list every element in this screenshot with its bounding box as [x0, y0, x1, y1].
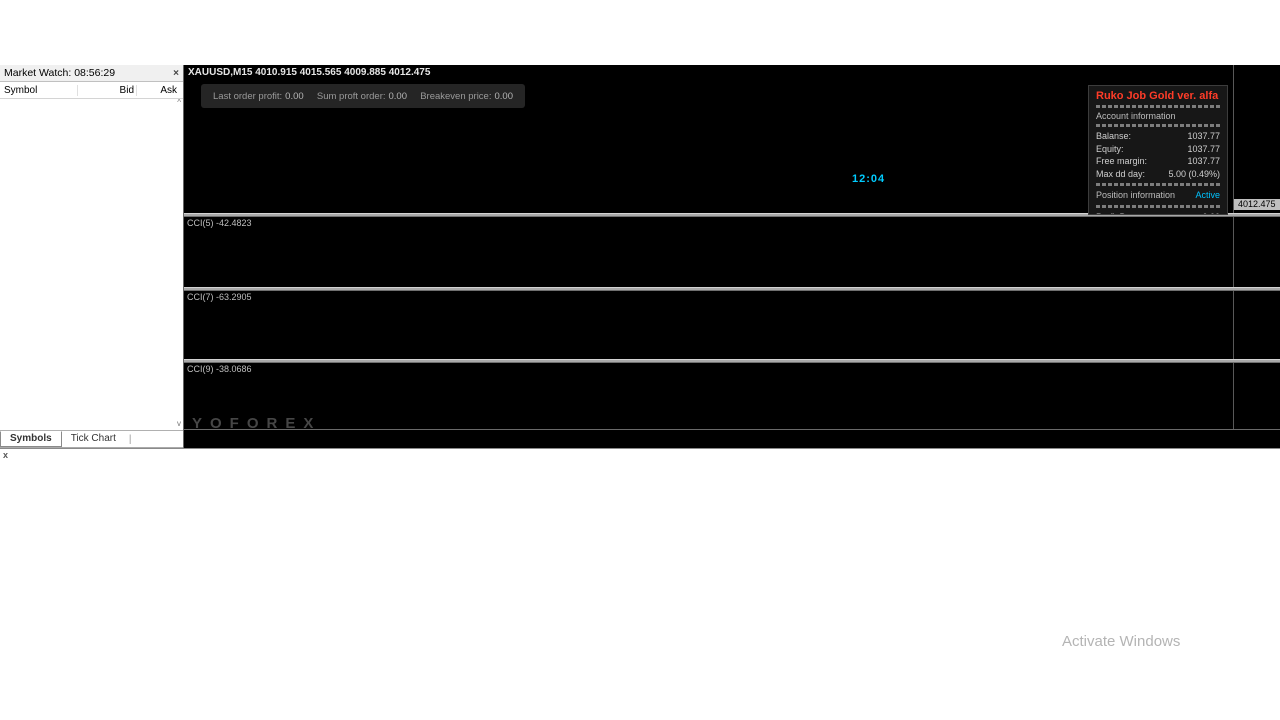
column-ask: Ask [160, 84, 177, 96]
watermark-logo [540, 449, 780, 635]
cci7-label: CCI(7) -63.2905 [187, 292, 252, 302]
ea-max-dd-row: Max dd day: 5.00 (0.49%) [1096, 168, 1220, 179]
ea-position-row: Position information Active [1096, 190, 1220, 200]
time-axis[interactable] [184, 430, 1280, 448]
chart-area[interactable]: XAUUSD,M15 4010.915 4015.565 4009.885 40… [183, 65, 1280, 448]
panel-separator[interactable] [184, 287, 1280, 291]
tab-tick-chart[interactable]: Tick Chart [62, 432, 125, 446]
divider [1096, 124, 1220, 127]
tab-divider: | [128, 433, 132, 445]
cci9-label: CCI(9) -38.0686 [187, 364, 252, 374]
cci5-label: CCI(5) -42.4823 [187, 218, 252, 228]
trading-terminal: Market Watch: 08:56:29 × Symbol Bid Ask … [0, 65, 1280, 448]
current-price-tag: 4012.475 [1234, 199, 1280, 210]
market-watch-tabs: Symbols Tick Chart | [0, 430, 183, 447]
divider [1096, 105, 1220, 108]
divider [1096, 205, 1220, 208]
activate-windows-text: Activate Windows [1062, 633, 1181, 650]
close-icon[interactable]: × [173, 68, 179, 79]
trade-time-marker: 12:04 [852, 173, 886, 185]
backtest-results-page: Market Watch: 08:56:29 × Symbol Bid Ask … [0, 0, 1280, 720]
cci9-panel-canvas[interactable] [184, 363, 1233, 429]
status-badge: Active [1195, 190, 1220, 200]
backtest-report-panel: x [0, 448, 1280, 636]
market-watch-title: Market Watch: 08:56:29 [4, 67, 116, 79]
column-symbol: Symbol [0, 84, 78, 96]
time-axis-separator [184, 429, 1280, 430]
tab-symbols[interactable]: Symbols [0, 430, 62, 447]
ea-balance-row: Balanse: 1037.77 [1096, 131, 1220, 141]
last-order-profit: Last order profit: 0.00 [213, 90, 304, 102]
ea-profit-buy-row: Profit Buy:0.00 [1096, 211, 1220, 214]
ea-section-account: Account information [1096, 111, 1176, 121]
market-watch-header: Market Watch: 08:56:29 × [0, 65, 183, 82]
price-axis[interactable]: 4012.475 [1233, 65, 1280, 430]
column-bid: Bid [78, 84, 137, 96]
ea-equity-row: Equity: 1037.77 [1096, 143, 1220, 154]
ea-title: Ruko Job Gold ver. alfa [1096, 90, 1219, 102]
close-icon[interactable]: x [3, 450, 8, 460]
ea-info-panel: Ruko Job Gold ver. alfa Account informat… [1088, 85, 1228, 215]
market-watch-panel: Market Watch: 08:56:29 × Symbol Bid Ask … [0, 65, 183, 448]
cci5-panel-canvas[interactable] [184, 217, 1233, 287]
market-watch-rows [0, 97, 183, 432]
ea-free-margin-row: Free margin: 1037.77 [1096, 156, 1220, 166]
sum-profit-order: Sum proft order: 0.00 [316, 90, 407, 102]
chart-symbol-ohlc: XAUUSD,M15 4010.915 4015.565 4009.885 40… [188, 67, 431, 78]
divider [1096, 183, 1220, 186]
breakeven-price: Breakeven price: 0.00 [420, 90, 513, 102]
panel-separator[interactable] [184, 359, 1280, 363]
ea-status-overlay: Last order profit: 0.00 Sum proft order: 0… [201, 84, 525, 108]
cci7-panel-canvas[interactable] [184, 291, 1233, 359]
